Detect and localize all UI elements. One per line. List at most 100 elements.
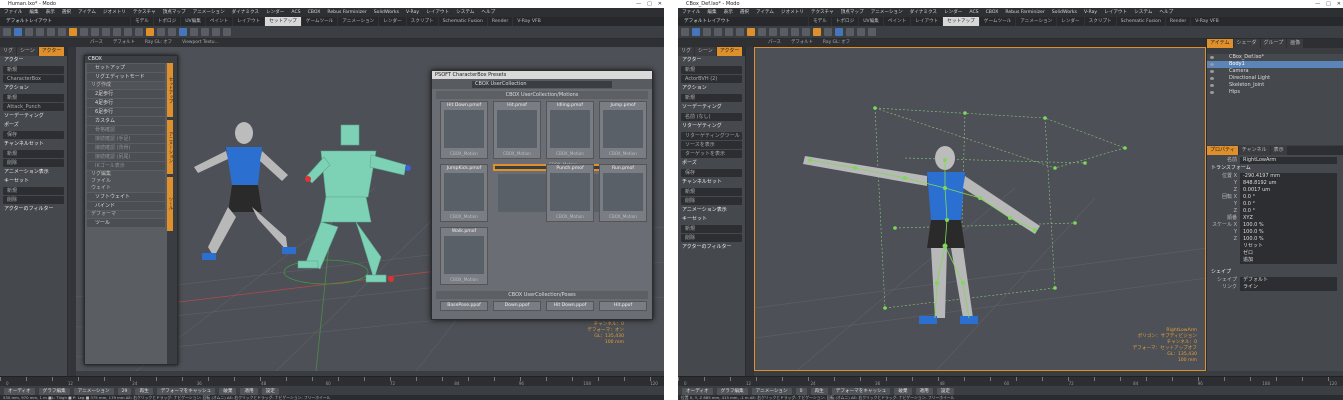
menu-item[interactable]: V-Ray bbox=[1084, 8, 1097, 17]
viewport-tab[interactable]: Ray GL: オフ bbox=[823, 39, 850, 47]
transform-value[interactable]: 0.0 ° bbox=[1240, 208, 1337, 215]
preset-cell[interactable]: Run.pmof CBOX_Motion bbox=[599, 164, 647, 222]
transform-value[interactable]: 848.8192 um bbox=[1240, 180, 1337, 187]
center-icon[interactable] bbox=[758, 28, 766, 36]
menu-item[interactable]: Rebus Farminizer bbox=[1005, 8, 1044, 17]
menu-item[interactable]: 編集 bbox=[707, 8, 716, 17]
menu-item[interactable]: レンダー bbox=[266, 8, 284, 17]
viewport-tab[interactable]: デフォルト bbox=[791, 39, 813, 47]
falloff-icon[interactable] bbox=[102, 28, 110, 36]
layout-tab[interactable]: ペイント bbox=[882, 17, 910, 26]
visibility-eye-icon[interactable] bbox=[1210, 56, 1214, 59]
anim-control[interactable]: 適用 bbox=[240, 387, 258, 395]
visibility-eye-icon[interactable] bbox=[1210, 70, 1214, 73]
layout-tab[interactable]: UV編集 bbox=[858, 17, 883, 26]
pivot-icon[interactable] bbox=[69, 28, 77, 36]
outliner-tab[interactable]: シェーダ bbox=[1233, 39, 1260, 48]
layout-tab[interactable]: スクリプト bbox=[1083, 17, 1116, 26]
menu-item[interactable]: ダイナミクス bbox=[910, 8, 937, 17]
material-icon[interactable] bbox=[769, 28, 777, 36]
layout-tab[interactable]: Schematic Fusion bbox=[1115, 17, 1165, 26]
vertex-icon[interactable] bbox=[703, 28, 711, 36]
falloff-icon[interactable] bbox=[780, 28, 788, 36]
transform-value[interactable]: 0.0 ° bbox=[1240, 194, 1337, 201]
menu-item[interactable]: Rebus Farminizer bbox=[327, 8, 366, 17]
visibility-eye-icon[interactable] bbox=[1210, 63, 1214, 66]
layout-tab[interactable]: アニメーション bbox=[337, 17, 378, 26]
transform-value[interactable]: XYZ bbox=[1240, 215, 1337, 222]
select-icon[interactable] bbox=[692, 28, 700, 36]
cbox-item[interactable]: 骨格確認 bbox=[87, 126, 165, 134]
panel-row[interactable]: ソースを表示 bbox=[681, 141, 742, 149]
rigged-character[interactable] bbox=[803, 146, 1040, 324]
maximize-icon[interactable]: □ bbox=[1326, 0, 1331, 8]
properties-tab[interactable]: 表示 bbox=[1270, 146, 1287, 155]
viewport-tab[interactable]: Ray GL: オフ bbox=[145, 39, 172, 47]
menu-item[interactable]: システム bbox=[456, 8, 474, 17]
panel-row[interactable]: 保存 bbox=[681, 169, 742, 177]
menu-item[interactable]: システム bbox=[1134, 8, 1152, 17]
panel-row[interactable]: リターゲティングツール bbox=[681, 132, 742, 140]
properties-tab[interactable]: チャンネル bbox=[1238, 146, 1270, 155]
cbox-item[interactable]: 接続確認 (尻尾) bbox=[87, 153, 165, 161]
edge-icon[interactable] bbox=[714, 28, 722, 36]
cbox-side-tab[interactable]: セットアップ bbox=[167, 63, 173, 117]
gear-icon[interactable] bbox=[3, 28, 11, 36]
outliner-tab[interactable]: アイテム bbox=[1207, 39, 1233, 48]
menu-item[interactable]: アニメーション bbox=[193, 8, 225, 17]
layout-tab[interactable]: セットアップ bbox=[264, 17, 301, 26]
pose-cell[interactable]: Hit.ppof bbox=[599, 301, 647, 311]
polygon-icon[interactable] bbox=[47, 28, 55, 36]
viewport-tab[interactable]: Viewport Textu... bbox=[182, 39, 219, 47]
anim-control[interactable]: 再生 bbox=[810, 387, 828, 395]
menu-item[interactable]: V-Ray bbox=[406, 8, 419, 17]
layout-tab[interactable]: セットアップ bbox=[942, 17, 979, 26]
anim-control[interactable]: アニメーション bbox=[751, 387, 792, 395]
transform-section[interactable]: トランスフォーム bbox=[1207, 164, 1343, 173]
menu-item[interactable]: ACS bbox=[969, 8, 978, 17]
transform-value[interactable]: 追加 bbox=[1240, 257, 1337, 264]
outliner-item[interactable]: Body1 bbox=[1207, 61, 1343, 68]
layout-tab[interactable]: Render bbox=[486, 17, 512, 26]
panel-row[interactable]: 削除 bbox=[681, 234, 742, 242]
menu-item[interactable]: CBOX bbox=[308, 8, 321, 17]
cbox-item[interactable]: 6足歩行 bbox=[87, 108, 165, 116]
item-icon[interactable] bbox=[736, 28, 744, 36]
panel-row[interactable]: 新規 bbox=[681, 188, 742, 196]
panel-row[interactable]: ActorBVH (2) bbox=[681, 75, 742, 83]
anim-control[interactable]: 0 bbox=[795, 387, 807, 395]
link-dropdown[interactable]: ライン bbox=[1240, 284, 1337, 291]
camera-icon[interactable] bbox=[857, 28, 865, 36]
cbox-item[interactable]: 接続確認 (背骨) bbox=[87, 144, 165, 152]
ti-icon[interactable] bbox=[168, 28, 176, 36]
anim-control[interactable]: 適用 bbox=[915, 387, 933, 395]
cbox-item[interactable]: 接続確認 (手足) bbox=[87, 135, 165, 143]
menu-item[interactable]: アイテム bbox=[756, 8, 774, 17]
layout-tab[interactable]: V-Ray VFB bbox=[512, 17, 545, 26]
shape-section[interactable]: シェイプ bbox=[1207, 268, 1343, 277]
visibility-eye-icon[interactable] bbox=[1210, 84, 1214, 87]
panel-row[interactable]: Attack_Punch bbox=[3, 103, 64, 111]
rig-icon[interactable] bbox=[813, 28, 821, 36]
viewport-tab[interactable]: パース bbox=[768, 39, 781, 47]
panel-row[interactable]: 名前 (なし) bbox=[681, 113, 742, 121]
menu-item[interactable]: SolidWorks bbox=[374, 8, 399, 17]
anim-control[interactable]: 破棄 bbox=[219, 387, 237, 395]
visibility-eye-icon[interactable] bbox=[1210, 77, 1214, 80]
select-icon[interactable] bbox=[14, 28, 22, 36]
panel-row[interactable]: 新規 bbox=[3, 187, 64, 195]
preset-cell[interactable]: Walk.pmof CBOX_Motion bbox=[440, 227, 488, 285]
panel-row[interactable]: 新規 bbox=[3, 66, 64, 74]
menu-item[interactable]: レンダー bbox=[944, 8, 962, 17]
en-icon[interactable] bbox=[824, 28, 832, 36]
preset-cell[interactable]: Punch.pmof CBOX_Motion bbox=[546, 164, 594, 222]
collection-dropdown[interactable]: CBOX UserCollection bbox=[472, 80, 612, 88]
outliner-item[interactable]: CBox_Def.lxo* bbox=[1207, 54, 1343, 61]
transform-value[interactable]: リセット bbox=[1240, 243, 1337, 250]
minimize-icon[interactable]: — bbox=[1315, 0, 1320, 8]
outliner-item[interactable]: Directional Light bbox=[1207, 75, 1343, 82]
menu-item[interactable]: アニメーション bbox=[871, 8, 903, 17]
center-icon[interactable] bbox=[80, 28, 88, 36]
grid-icon[interactable] bbox=[846, 28, 854, 36]
menu-item[interactable]: レイアウト bbox=[1104, 8, 1127, 17]
